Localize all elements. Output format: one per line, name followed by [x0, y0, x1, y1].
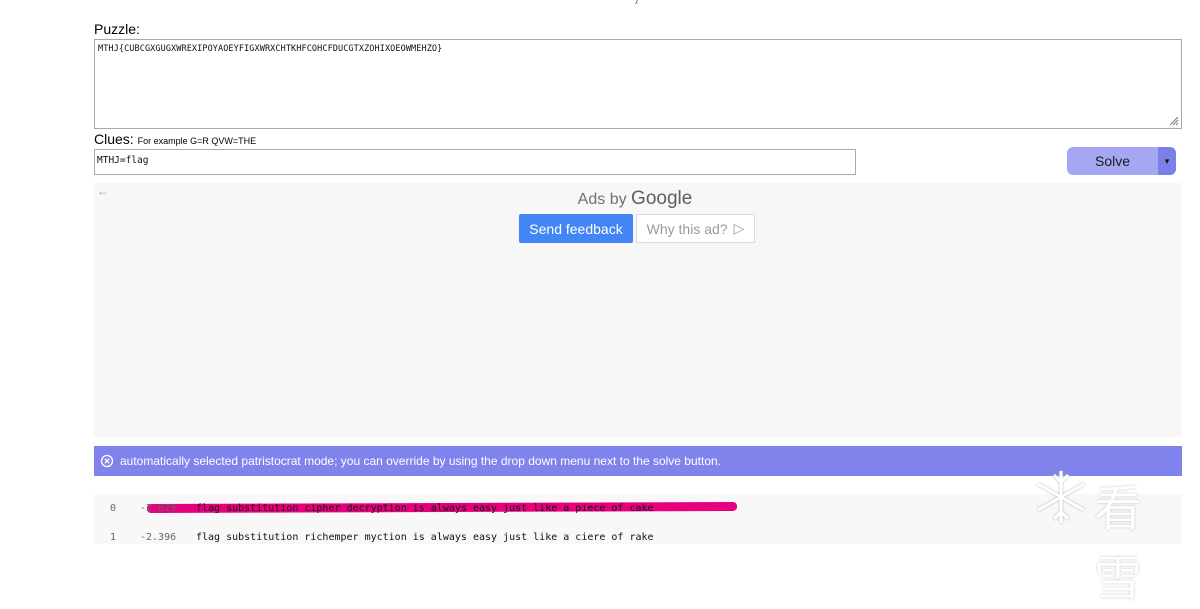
clues-label: Clues: For example G=R QVW=THE: [94, 131, 256, 147]
chevron-down-icon: ▾: [1164, 155, 1170, 166]
result-score: -2.029: [140, 503, 177, 514]
play-outline-icon: ▷: [733, 220, 745, 236]
top-fragment: ): [635, 0, 638, 5]
why-this-ad-button[interactable]: Why this ad? ▷: [636, 214, 755, 243]
snowflake-icon: [1037, 471, 1085, 523]
clues-value: MTHJ=flag: [97, 155, 149, 166]
circle-x-icon[interactable]: [100, 454, 114, 468]
ads-by-label: Ads by: [577, 191, 627, 208]
result-index: 0: [110, 503, 117, 514]
result-text: flag substitution cipher decryption is a…: [196, 503, 654, 514]
results-list: 0 -2.029 flag substitution cipher decryp…: [94, 494, 1182, 544]
ads-by-google: Ads by Google: [0, 188, 1200, 210]
solve-button[interactable]: Solve: [1067, 147, 1158, 175]
watermark-text: 看雪: [1094, 481, 1145, 607]
result-text: flag substitution richemper myction is a…: [196, 532, 654, 543]
result-score: -2.396: [140, 532, 177, 543]
notice-banner: automatically selected patristocrat mode…: [94, 446, 1182, 476]
notice-text: automatically selected patristocrat mode…: [120, 454, 722, 468]
solve-mode-dropdown[interactable]: ▾: [1158, 147, 1176, 175]
google-logo: Google: [631, 188, 693, 209]
puzzle-textarea[interactable]: MTHJ{CUBCGXGUGXWREXIPOYAOEYFIGXWRXCHTKHF…: [94, 39, 1182, 129]
send-feedback-button[interactable]: Send feedback: [519, 214, 633, 243]
clues-title: Clues:: [94, 131, 134, 147]
why-this-ad-label: Why this ad?: [646, 220, 728, 237]
clues-input[interactable]: MTHJ=flag: [94, 149, 856, 175]
resize-grip-icon[interactable]: [1169, 116, 1179, 126]
result-index: 1: [110, 532, 117, 543]
puzzle-text: MTHJ{CUBCGXGUGXWREXIPOYAOEYFIGXWRXCHTKHF…: [98, 44, 443, 54]
clues-example: For example G=R QVW=THE: [137, 136, 257, 146]
result-row[interactable]: 0 -2.029 flag substitution cipher decryp…: [94, 501, 1182, 523]
puzzle-label: Puzzle:: [94, 21, 140, 37]
result-row[interactable]: 1 -2.396 flag substitution richemper myc…: [94, 532, 1182, 552]
watermark: 看雪: [1032, 467, 1192, 607]
